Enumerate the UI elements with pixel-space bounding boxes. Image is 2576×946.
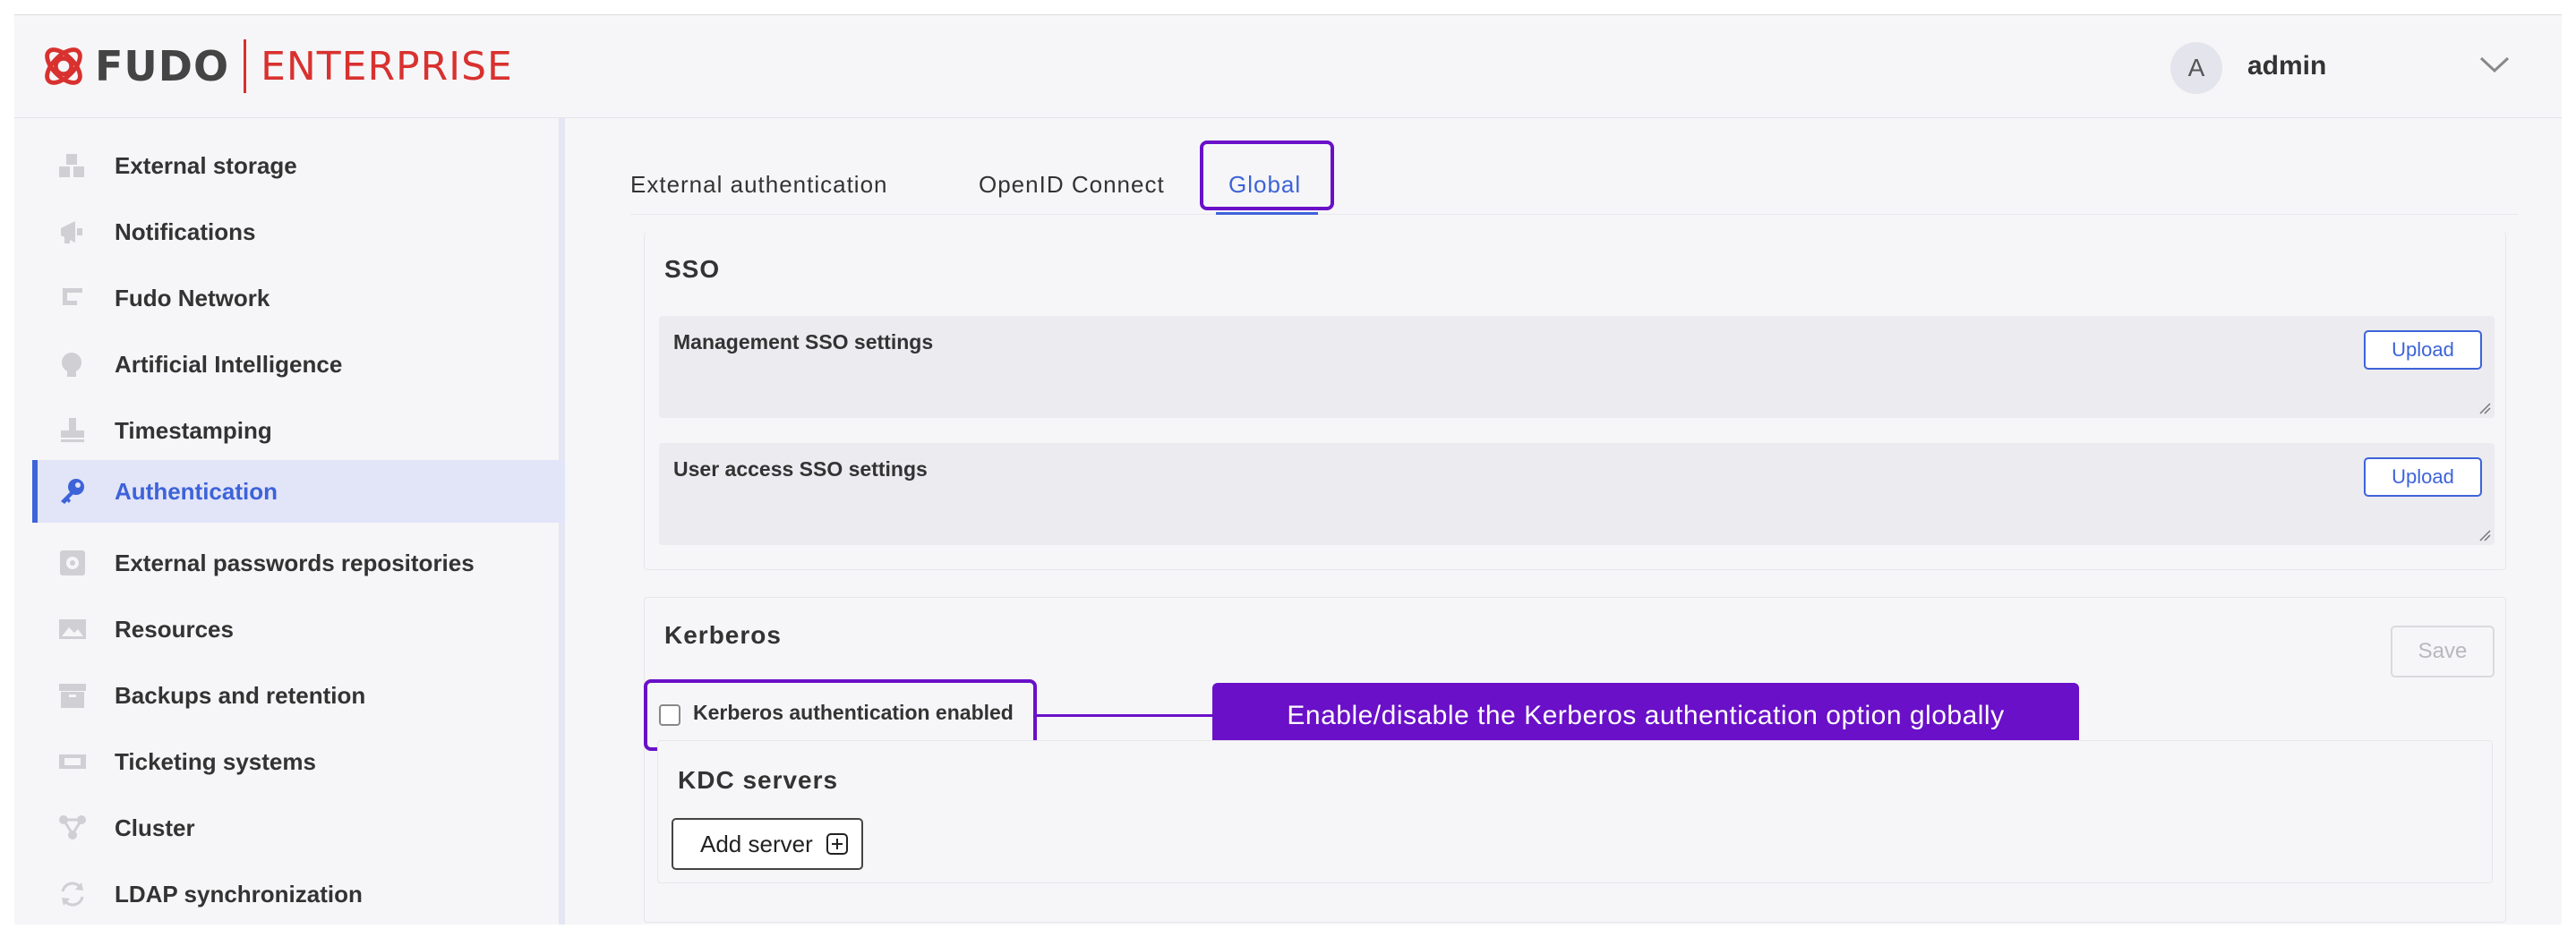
management-sso-settings-field[interactable]: Management SSO settings Upload [659, 316, 2495, 418]
user-access-sso-settings-field[interactable]: User access SSO settings Upload [659, 443, 2495, 545]
app-window: FUDO ENTERPRISE A admin External storage… [14, 14, 2562, 925]
sidebar-item-resources[interactable]: Resources [32, 598, 566, 660]
plus-icon [826, 833, 848, 855]
sidebar-item-cluster[interactable]: Cluster [32, 797, 566, 859]
callout-connector [1037, 714, 1212, 717]
storage-icon [57, 150, 88, 181]
brain-icon [57, 349, 88, 379]
sso-panel: SSO Management SSO settings Upload User … [644, 232, 2506, 570]
chevron-down-icon[interactable] [2478, 55, 2511, 74]
sidebar-item-fudo-network[interactable]: Fudo Network [32, 267, 566, 329]
sidebar-item-label: Authentication [115, 477, 278, 505]
megaphone-icon [57, 217, 88, 247]
top-bar: FUDO ENTERPRISE A admin [14, 15, 2562, 118]
callout-annotation: Enable/disable the Kerberos authenticati… [1212, 683, 2079, 749]
kerberos-title: Kerberos [664, 621, 782, 649]
sidebar-item-notifications[interactable]: Notifications [32, 200, 566, 263]
tab-openid-connect[interactable]: OpenID Connect [979, 171, 1165, 199]
sidebar-item-ticketing-systems[interactable]: Ticketing systems [32, 730, 566, 793]
save-button[interactable]: Save [2391, 626, 2495, 678]
sidebar-item-ldap-synchronization[interactable]: LDAP synchronization [32, 863, 566, 925]
sidebar-item-label: External passwords repositories [115, 549, 475, 576]
sidebar-item-label: Fudo Network [115, 284, 270, 311]
kdc-servers-panel: KDC servers [657, 740, 2493, 883]
sidebar-item-label: Resources [115, 615, 234, 643]
fudo-logo[interactable]: FUDO ENTERPRISE [38, 35, 513, 98]
ticket-icon [57, 746, 88, 777]
sidebar-item-label: Timestamping [115, 416, 272, 444]
add-server-label: Add server [700, 830, 813, 857]
active-tab-indicator [1216, 212, 1318, 215]
sidebar-item-timestamping[interactable]: Timestamping [32, 399, 566, 462]
management-sso-label: Management SSO settings [673, 330, 934, 354]
stamp-icon [57, 415, 88, 446]
sso-title: SSO [664, 255, 721, 283]
brand-divider [244, 39, 247, 93]
user-access-sso-upload-button[interactable]: Upload [2364, 457, 2482, 497]
add-server-button[interactable]: Add server [672, 818, 863, 870]
sidebar-item-label: Backups and retention [115, 681, 366, 709]
tab-bar: External authentication OpenID Connect G… [630, 148, 2518, 215]
management-sso-upload-button[interactable]: Upload [2364, 330, 2482, 370]
brand-edition: ENTERPRISE [261, 43, 513, 89]
sidebar-item-label: Notifications [115, 217, 256, 245]
sidebar-item-external-passwords-repositories[interactable]: External passwords repositories [32, 532, 566, 594]
network-icon [57, 283, 88, 313]
fudo-logo-mark-icon [45, 47, 82, 85]
sync-icon [57, 879, 88, 909]
tab-external-authentication[interactable]: External authentication [630, 171, 888, 199]
sidebar-item-label: Ticketing systems [115, 747, 316, 775]
user-access-sso-label: User access SSO settings [673, 457, 928, 481]
user-name[interactable]: admin [2247, 51, 2326, 81]
tab-highlight-box [1200, 141, 1334, 210]
sidebar-item-label: External storage [115, 151, 297, 179]
kdc-servers-title: KDC servers [678, 766, 839, 794]
sidebar-item-artificial-intelligence[interactable]: Artificial Intelligence [32, 333, 566, 396]
sidebar-item-label: LDAP synchronization [115, 880, 363, 908]
sidebar-item-authentication[interactable]: Authentication [32, 460, 566, 523]
sidebar-item-external-storage[interactable]: External storage [32, 134, 566, 197]
archive-icon [57, 680, 88, 711]
cluster-icon [57, 813, 88, 843]
sidebar-item-backups-and-retention[interactable]: Backups and retention [32, 664, 566, 727]
resize-handle-icon[interactable] [2478, 529, 2491, 541]
sidebar-item-label: Cluster [115, 814, 195, 841]
resize-handle-icon[interactable] [2478, 402, 2491, 414]
image-icon [57, 614, 88, 644]
key-icon [57, 476, 88, 507]
sidebar-item-label: Artificial Intelligence [115, 350, 343, 378]
brand-name: FUDO [95, 42, 230, 90]
safe-icon [57, 548, 88, 578]
avatar[interactable]: A [2170, 42, 2222, 94]
